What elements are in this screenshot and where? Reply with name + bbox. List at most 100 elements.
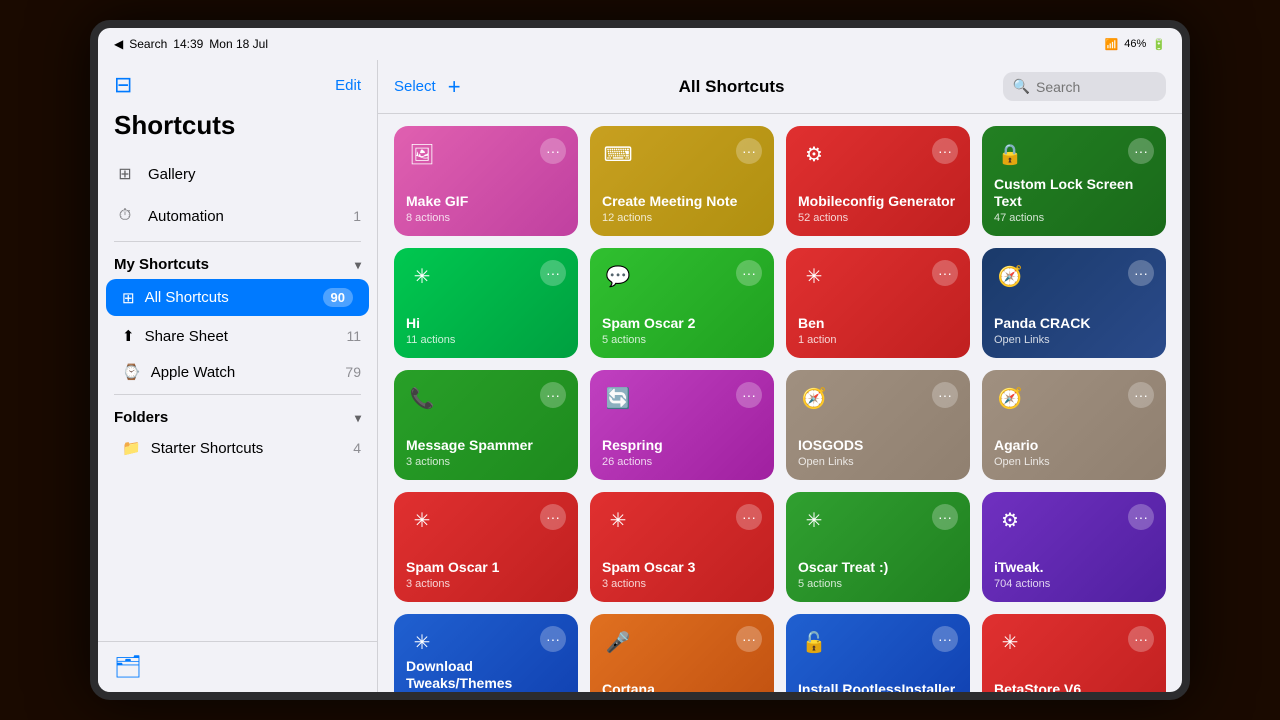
card-more-button[interactable]: ···	[736, 626, 762, 652]
bottom-folder-icon[interactable]: 🗂	[114, 654, 142, 679]
shortcut-card-hi[interactable]: ✳ ··· Hi 11 actions	[394, 248, 578, 358]
card-icon: 🔒	[994, 138, 1026, 170]
shortcut-card-betastore[interactable]: ✳ ··· BetaStore V6 237 actions	[982, 614, 1166, 692]
sidebar-top: ⊟ Edit	[98, 60, 377, 106]
card-icon: 🖼	[406, 138, 438, 170]
all-shortcuts-item[interactable]: ⊞ All Shortcuts 90	[106, 279, 369, 316]
card-icon: ✳	[406, 260, 438, 292]
sidebar-item-automation[interactable]: ⏱ Automation 1	[98, 195, 377, 237]
shortcut-card-agario[interactable]: 🧭 ··· Agario Open Links	[982, 370, 1166, 480]
card-top: 🧭 ···	[994, 382, 1154, 414]
card-icon: 🎤	[602, 626, 634, 658]
sidebar-bottom: 🗂	[98, 641, 377, 692]
starter-shortcuts-item[interactable]: 📁 Starter Shortcuts 4	[98, 430, 377, 466]
card-top: 🖼 ···	[406, 138, 566, 170]
card-bottom: Spam Oscar 3 3 actions	[602, 559, 762, 590]
shortcut-card-message-spammer[interactable]: 📞 ··· Message Spammer 3 actions	[394, 370, 578, 480]
card-icon: 📞	[406, 382, 438, 414]
card-subtitle: 47 actions	[994, 212, 1154, 224]
card-subtitle: 52 actions	[798, 212, 958, 224]
sidebar-toggle-button[interactable]: ⊟	[114, 72, 132, 98]
shortcut-card-make-gif[interactable]: 🖼 ··· Make GIF 8 actions	[394, 126, 578, 236]
shortcut-card-itweak[interactable]: ⚙ ··· iTweak. 704 actions	[982, 492, 1166, 602]
card-more-button[interactable]: ···	[1128, 260, 1154, 286]
back-arrow[interactable]: ◀	[114, 37, 123, 51]
card-title: Spam Oscar 1	[406, 559, 566, 576]
status-bar: ◀ Search 14:39 Mon 18 Jul 📶 46% 🔋	[98, 28, 1182, 60]
shortcut-card-create-meeting[interactable]: ⌨ ··· Create Meeting Note 12 actions	[590, 126, 774, 236]
card-more-button[interactable]: ···	[736, 504, 762, 530]
automation-label: Automation	[148, 208, 224, 225]
shortcut-card-oscar-treat[interactable]: ✳ ··· Oscar Treat :) 5 actions	[786, 492, 970, 602]
apple-watch-item[interactable]: ⌚ Apple Watch 79	[98, 354, 377, 390]
card-more-button[interactable]: ···	[540, 260, 566, 286]
shortcut-card-download-tweaks[interactable]: ✳ ··· Download Tweaks/Themes Rootless JB…	[394, 614, 578, 692]
apple-watch-left: ⌚ Apple Watch	[122, 363, 235, 381]
card-icon: ✳	[798, 260, 830, 292]
card-more-button[interactable]: ···	[1128, 382, 1154, 408]
card-title: Panda CRACK	[994, 315, 1154, 332]
card-more-button[interactable]: ···	[736, 138, 762, 164]
card-more-button[interactable]: ···	[736, 260, 762, 286]
shortcut-card-spam-oscar3[interactable]: ✳ ··· Spam Oscar 3 3 actions	[590, 492, 774, 602]
shortcut-card-ben[interactable]: ✳ ··· Ben 1 action	[786, 248, 970, 358]
divider-1	[114, 241, 361, 242]
shortcut-card-custom-lock[interactable]: 🔒 ··· Custom Lock Screen Text 47 actions	[982, 126, 1166, 236]
card-more-button[interactable]: ···	[932, 504, 958, 530]
shortcut-card-panda-crack[interactable]: 🧭 ··· Panda CRACK Open Links	[982, 248, 1166, 358]
shortcut-card-spam-oscar1[interactable]: ✳ ··· Spam Oscar 1 3 actions	[394, 492, 578, 602]
select-button[interactable]: Select	[394, 78, 436, 95]
card-bottom: Custom Lock Screen Text 47 actions	[994, 176, 1154, 224]
card-subtitle: 5 actions	[798, 578, 958, 590]
card-more-button[interactable]: ···	[540, 382, 566, 408]
shortcut-card-cortana[interactable]: 🎤 ··· Cortana 1 action	[590, 614, 774, 692]
card-icon: ⚙	[994, 504, 1026, 536]
card-top: ✳ ···	[798, 260, 958, 292]
card-more-button[interactable]: ···	[1128, 626, 1154, 652]
add-button[interactable]: +	[448, 74, 461, 100]
card-icon: 💬	[602, 260, 634, 292]
app-title: Shortcuts	[98, 106, 377, 153]
card-more-button[interactable]: ···	[932, 382, 958, 408]
edit-button[interactable]: Edit	[335, 77, 361, 94]
card-more-button[interactable]: ···	[1128, 504, 1154, 530]
card-bottom: Mobileconfig Generator 52 actions	[798, 193, 958, 224]
card-more-button[interactable]: ···	[932, 260, 958, 286]
shortcut-card-install-rootless[interactable]: 🔓 ··· Install RootlessInstaller 2 action…	[786, 614, 970, 692]
sidebar-item-gallery[interactable]: ⊞ Gallery	[98, 153, 377, 195]
card-title: iTweak.	[994, 559, 1154, 576]
card-bottom: Create Meeting Note 12 actions	[602, 193, 762, 224]
share-sheet-label: Share Sheet	[145, 328, 228, 345]
card-subtitle: 8 actions	[406, 212, 566, 224]
search-bar[interactable]: 🔍	[1003, 72, 1166, 101]
my-shortcuts-header[interactable]: My Shortcuts ▾	[98, 246, 377, 277]
sidebar: ⊟ Edit Shortcuts ⊞ Gallery ⏱ Automation …	[98, 60, 378, 692]
card-more-button[interactable]: ···	[932, 138, 958, 164]
share-sheet-icon: ⬆	[122, 327, 135, 345]
share-sheet-item[interactable]: ⬆ Share Sheet 11	[98, 318, 377, 354]
card-icon: 🔄	[602, 382, 634, 414]
search-input[interactable]	[1036, 79, 1156, 95]
card-more-button[interactable]: ···	[932, 626, 958, 652]
shortcut-card-iosgods[interactable]: 🧭 ··· IOSGODS Open Links	[786, 370, 970, 480]
shortcut-card-spam-oscar2[interactable]: 💬 ··· Spam Oscar 2 5 actions	[590, 248, 774, 358]
card-title: Custom Lock Screen Text	[994, 176, 1154, 210]
card-title: BetaStore V6	[994, 681, 1154, 692]
card-bottom: Agario Open Links	[994, 437, 1154, 468]
wifi-icon: 📶	[1105, 38, 1119, 51]
card-more-button[interactable]: ···	[540, 504, 566, 530]
card-bottom: Ben 1 action	[798, 315, 958, 346]
shortcut-card-respring[interactable]: 🔄 ··· Respring 26 actions	[590, 370, 774, 480]
folders-header[interactable]: Folders ▾	[98, 399, 377, 430]
card-more-button[interactable]: ···	[540, 626, 566, 652]
back-label[interactable]: Search	[129, 37, 167, 51]
card-more-button[interactable]: ···	[736, 382, 762, 408]
status-right: 📶 46% 🔋	[1105, 38, 1166, 51]
card-top: 🧭 ···	[798, 382, 958, 414]
card-icon: 🧭	[994, 382, 1026, 414]
card-more-button[interactable]: ···	[1128, 138, 1154, 164]
card-title: Install RootlessInstaller	[798, 681, 958, 692]
folders-chevron: ▾	[355, 411, 361, 425]
card-more-button[interactable]: ···	[540, 138, 566, 164]
shortcut-card-mobileconfig[interactable]: ⚙ ··· Mobileconfig Generator 52 actions	[786, 126, 970, 236]
